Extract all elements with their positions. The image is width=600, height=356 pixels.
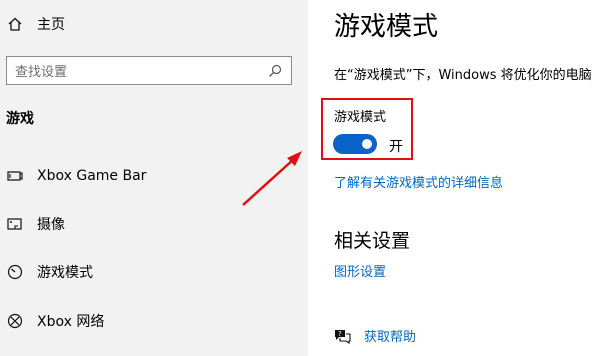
toggle-knob: [362, 139, 372, 149]
help-label: 获取帮助: [364, 330, 417, 345]
main-panel: 游戏模式 在“游戏模式”下，Windows 将优化你的电脑 游戏模式 开 了解有…: [308, 0, 600, 356]
related-settings-title: 相关设置: [334, 230, 411, 252]
help-chat-icon: ?: [332, 327, 352, 345]
sidebar-item-label: 游戏模式: [37, 265, 93, 281]
sidebar-item-label: Xbox 网络: [37, 314, 105, 330]
home-label: 主页: [37, 17, 65, 33]
sidebar-item-xbox-game-bar[interactable]: Xbox Game Bar: [6, 167, 146, 185]
section-title: 游戏: [6, 111, 34, 127]
description: 在“游戏模式”下，Windows 将优化你的电脑: [334, 68, 592, 83]
toggle-state: 开: [389, 139, 403, 155]
sidebar-item-camera[interactable]: 摄像: [6, 214, 65, 234]
sidebar-item-xbox-network[interactable]: Xbox 网络: [6, 311, 104, 331]
sidebar-item-label: 摄像: [37, 217, 65, 233]
sidebar-item-game-mode[interactable]: 游戏模式: [6, 262, 93, 282]
game-mode-toggle[interactable]: [333, 134, 377, 154]
search-input[interactable]: 查找设置: [6, 56, 292, 85]
graphics-settings-link[interactable]: 图形设置: [334, 261, 386, 280]
page-title: 游戏模式: [334, 12, 439, 42]
home-nav-item[interactable]: 主页: [6, 14, 65, 34]
search-placeholder: 查找设置: [15, 65, 68, 80]
sidebar: 主页 查找设置 游戏 Xbox Game Bar 摄像 游戏模式 Xbox 网络: [0, 0, 308, 356]
xbox-icon: [6, 312, 24, 330]
get-help-link[interactable]: ? 获取帮助: [332, 326, 416, 345]
gauge-icon: [6, 263, 24, 281]
learn-more-link[interactable]: 了解有关游戏模式的详细信息: [334, 172, 503, 191]
search-icon[interactable]: [267, 63, 283, 79]
sidebar-item-label: Xbox Game Bar: [37, 168, 147, 184]
home-icon: [6, 15, 24, 33]
camera-icon: [6, 215, 24, 233]
toggle-label: 游戏模式: [334, 110, 387, 125]
gamebar-icon: [6, 167, 24, 185]
svg-text:?: ?: [338, 330, 342, 338]
